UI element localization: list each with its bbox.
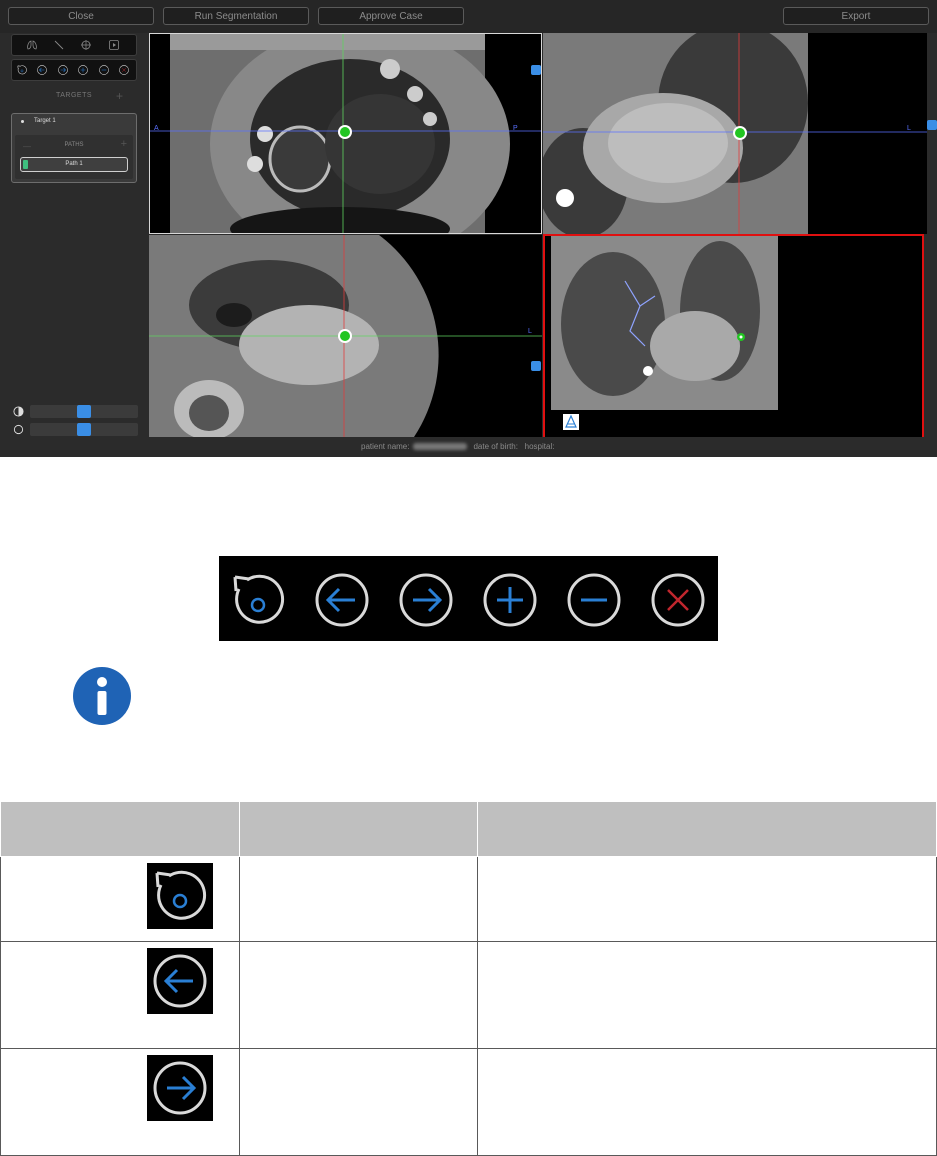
contrast-icon: [13, 406, 24, 417]
zoom-in-icon[interactable]: [77, 64, 89, 76]
posterior-label: P: [513, 125, 518, 132]
next-icon[interactable]: [57, 64, 69, 76]
coronal-ct-image: [543, 33, 927, 234]
previous-icon: [309, 567, 375, 633]
brightness-slider[interactable]: [30, 423, 138, 436]
table-header-cell: [0, 801, 240, 857]
contrast-slider[interactable]: [30, 405, 138, 418]
approve-case-button[interactable]: Approve Case: [318, 7, 464, 25]
next-icon: [146, 1055, 213, 1121]
app-window: Close Run Segmentation Approve Case Expo…: [0, 0, 937, 457]
path-color-swatch: [23, 160, 28, 169]
lungs-icon[interactable]: [26, 39, 38, 51]
contrast-slider-thumb[interactable]: [77, 405, 91, 418]
name-cell: [238, 941, 479, 1049]
orientation-cube-icon[interactable]: [563, 414, 579, 430]
paths-header: PATHS: [64, 142, 84, 148]
name-cell: [238, 1048, 479, 1156]
brightness-icon: [13, 424, 24, 435]
add-target-icon[interactable]: +: [116, 89, 123, 103]
axial-slice-handle[interactable]: [531, 361, 541, 371]
description-cell: [477, 1048, 937, 1156]
description-cell: [477, 941, 937, 1049]
patient-status-bar: patient name: date of birth: hospital:: [148, 437, 937, 457]
table-header-cell: [238, 801, 479, 857]
axial-left-label: L: [528, 328, 532, 335]
brightness-slider-thumb[interactable]: [77, 423, 91, 436]
close-icon[interactable]: [118, 64, 130, 76]
target-dot-icon: [21, 120, 24, 123]
name-cell: [238, 856, 479, 942]
path-name: Path 1: [65, 161, 83, 167]
target-name: Target 1: [34, 118, 56, 124]
sagittal-slice-handle[interactable]: [531, 65, 541, 75]
target-card[interactable]: Target 1 — PATHS + Path 1: [11, 113, 137, 183]
path-item[interactable]: Path 1: [20, 157, 128, 172]
play-icon[interactable]: [108, 39, 120, 51]
contrast-slider-row: [13, 405, 139, 418]
zoom-out-icon[interactable]: [98, 64, 110, 76]
date-of-birth-label: date of birth:: [473, 442, 518, 451]
measure-icon[interactable]: [53, 39, 65, 51]
next-icon: [393, 567, 459, 633]
close-button[interactable]: Close: [8, 7, 154, 25]
crosshair-icon[interactable]: [80, 39, 92, 51]
3d-lung-rendering: [551, 236, 778, 410]
reset-view-icon: [146, 863, 213, 929]
table-row: [0, 1048, 937, 1156]
icon-cell: [0, 1048, 240, 1156]
axial-viewport[interactable]: L: [149, 235, 542, 437]
sagittal-viewport[interactable]: A P: [149, 33, 542, 234]
previous-icon[interactable]: [36, 64, 48, 76]
table-row: [0, 856, 937, 942]
coronal-left-label: L: [907, 125, 911, 132]
patient-name-label: patient name:: [361, 442, 410, 451]
export-button[interactable]: Export: [783, 7, 929, 25]
zoom-out-icon: [561, 567, 627, 633]
run-segmentation-button[interactable]: Run Segmentation: [163, 7, 309, 25]
axial-ct-image: [149, 235, 542, 437]
previous-icon: [146, 948, 213, 1014]
coronal-slice-handle[interactable]: [927, 120, 937, 130]
reset-view-icon: [225, 567, 291, 633]
anterior-label: A: [154, 125, 159, 132]
view-mode-toolbar: [11, 34, 137, 56]
patient-name-redacted: [413, 443, 468, 451]
navigation-toolbar: [11, 59, 137, 81]
add-path-icon[interactable]: +: [121, 138, 127, 150]
hospital-label: hospital:: [524, 442, 555, 451]
table-header-cell: [477, 801, 937, 857]
sidebar: TARGETS + Target 1 — PATHS + Path 1: [0, 33, 148, 437]
3d-viewport[interactable]: [543, 234, 924, 439]
description-cell: [477, 856, 937, 942]
brightness-slider-row: [13, 423, 139, 436]
coronal-viewport[interactable]: L: [543, 33, 927, 234]
icon-legend-table: [0, 801, 937, 1156]
top-toolbar: Close Run Segmentation Approve Case Expo…: [0, 0, 937, 33]
icon-cell: [0, 941, 240, 1049]
sagittal-ct-image: [150, 34, 541, 233]
navigation-toolbar-figure: [219, 556, 718, 641]
table-header-row: [0, 801, 937, 857]
zoom-in-icon: [477, 567, 543, 633]
reset-view-icon[interactable]: [16, 64, 28, 76]
close-icon: [645, 567, 711, 633]
info-icon: [73, 667, 131, 725]
icon-cell: [0, 856, 240, 942]
paths-panel: — PATHS + Path 1: [15, 135, 133, 179]
targets-header: TARGETS: [55, 92, 93, 99]
table-row: [0, 941, 937, 1049]
